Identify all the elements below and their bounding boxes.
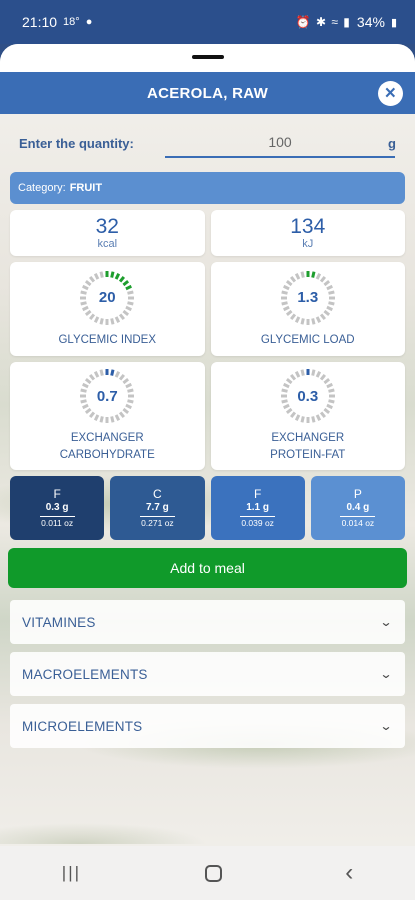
macro-fiber[interactable]: F 1.1 g 0.039 oz	[210, 476, 305, 540]
section-label: MICROELEMENTS	[22, 718, 143, 734]
system-navigation-bar: ||| ‹	[0, 846, 415, 900]
exchanger-protein-fat-label-line2: PROTEIN-FAT	[270, 449, 346, 461]
quantity-input[interactable]	[165, 128, 395, 158]
add-to-meal-button[interactable]: Add to meal	[8, 548, 407, 588]
kj-value: 134	[290, 215, 326, 238]
glycemic-index-card: 20 GLYCEMIC INDEX	[10, 262, 205, 356]
glycemic-load-card: 1.3 GLYCEMIC LOAD	[210, 262, 405, 356]
section-label: MACROELEMENTS	[22, 666, 148, 682]
macro-ounces: 0.014 oz	[341, 517, 375, 528]
section-microelements[interactable]: MICROELEMENTS ⌄	[10, 704, 405, 748]
exchanger-protein-fat-card: 0.3 EXCHANGER PROTEIN-FAT	[210, 362, 405, 470]
sheet-handle-area[interactable]	[0, 44, 415, 72]
status-bar: 21:10 18° ● ⏰ ✱ ≈ ▮ 34% ▮	[0, 0, 415, 44]
chevron-down-icon: ⌄	[379, 667, 393, 681]
exchanger-carbohydrate-card: 0.7 EXCHANGER CARBOHYDRATE	[10, 362, 205, 470]
kcal-card: 32 kcal	[10, 210, 205, 256]
exchanger-protein-fat-label: EXCHANGER PROTEIN-FAT	[270, 430, 345, 464]
chevron-down-icon: ⌄	[379, 615, 393, 629]
home-icon[interactable]	[204, 864, 222, 882]
battery-percent: 34%	[356, 14, 385, 30]
macro-grams: 0.4 g	[340, 501, 376, 517]
glycemic-index-value: 20	[98, 289, 116, 306]
macro-protein[interactable]: P 0.4 g 0.014 oz	[310, 476, 405, 540]
quantity-label: Enter the quantity:	[19, 135, 134, 151]
glycemic-row: 20 GLYCEMIC INDEX 1.3 GLYCEMIC LOAD	[10, 262, 405, 356]
exchanger-protein-fat-gauge: 0.3	[280, 368, 336, 424]
macro-grams: 0.3 g	[39, 501, 75, 517]
kcal-value: 32	[95, 215, 119, 238]
chevron-down-icon: ⌄	[379, 719, 393, 733]
status-right: ⏰ ✱ ≈ ▮ 34% ▮	[296, 14, 397, 30]
status-time: 21:10	[22, 14, 58, 30]
drag-handle[interactable]	[192, 55, 224, 59]
macro-grams: 7.7 g	[139, 501, 175, 517]
exchanger-carbohydrate-label-line1: EXCHANGER	[70, 432, 144, 444]
status-icons: ⏰ ✱ ≈ ▮	[295, 15, 351, 29]
macro-ounces: 0.271 oz	[141, 517, 174, 528]
android-bug-icon: ●	[85, 16, 93, 28]
macro-row: F 0.3 g 0.011 oz C 7.7 g 0.271 oz F 1.1 …	[10, 476, 405, 540]
kcal-unit: kcal	[97, 238, 118, 250]
sheet-content: Enter the quantity: g Category: FRUIT 32…	[0, 114, 415, 748]
exchanger-protein-fat-value: 0.3	[297, 387, 319, 405]
macro-letter: C	[153, 486, 162, 501]
glycemic-index-label: GLYCEMIC INDEX	[58, 333, 157, 346]
category-value: FRUIT	[69, 182, 103, 194]
section-vitamines[interactable]: VITAMINES ⌄	[10, 600, 405, 644]
exchanger-carbohydrate-value: 0.7	[96, 387, 118, 405]
section-label: VITAMINES	[22, 614, 96, 630]
glycemic-load-gauge: 1.3	[280, 270, 336, 326]
exchanger-protein-fat-label-line1: EXCHANGER	[271, 432, 345, 444]
recent-apps-icon[interactable]: |||	[62, 863, 81, 883]
macro-carbohydrate[interactable]: C 7.7 g 0.271 oz	[110, 476, 205, 540]
battery-icon: ▮	[390, 16, 397, 29]
macro-ounces: 0.011 oz	[41, 517, 74, 528]
dialog-title: ACEROLA, RAW	[146, 84, 269, 102]
kj-unit: kJ	[302, 238, 314, 250]
exchanger-carbohydrate-label: EXCHANGER CARBOHYDRATE	[60, 430, 155, 464]
macro-grams: 1.1 g	[240, 501, 276, 517]
quantity-unit: g	[388, 136, 396, 151]
exchanger-carbohydrate-gauge: 0.7	[79, 368, 135, 424]
dialog-header: ACEROLA, RAW ×	[0, 72, 415, 114]
glycemic-load-label: GLYCEMIC LOAD	[260, 333, 355, 346]
status-temperature: 18°	[63, 16, 80, 28]
category-label: Category:	[18, 182, 66, 194]
section-macroelements[interactable]: MACROELEMENTS ⌄	[10, 652, 405, 696]
macro-fat-saturated[interactable]: F 0.3 g 0.011 oz	[10, 476, 105, 540]
close-button[interactable]: ×	[378, 81, 403, 106]
macro-letter: F	[253, 486, 262, 501]
back-icon[interactable]: ‹	[345, 859, 353, 887]
macro-letter: F	[53, 486, 61, 501]
status-left: 21:10 18° ●	[22, 14, 92, 30]
glycemic-load-value: 1.3	[297, 289, 319, 306]
exchanger-row: 0.7 EXCHANGER CARBOHYDRATE 0.3 EXCHANGER…	[10, 362, 405, 470]
glycemic-index-gauge: 20	[79, 270, 135, 326]
energy-row: 32 kcal 134 kJ	[10, 210, 405, 256]
kj-card: 134 kJ	[210, 210, 405, 256]
category-bar: Category: FRUIT	[10, 172, 405, 204]
exchanger-carbohydrate-label-line2: CARBOHYDRATE	[59, 449, 155, 461]
macro-letter: P	[353, 486, 362, 501]
quantity-row: Enter the quantity: g	[10, 114, 405, 172]
macro-ounces: 0.039 oz	[241, 517, 274, 528]
close-icon: ×	[384, 83, 397, 104]
food-detail-sheet: ACEROLA, RAW × Enter the quantity: g Cat…	[0, 44, 415, 846]
